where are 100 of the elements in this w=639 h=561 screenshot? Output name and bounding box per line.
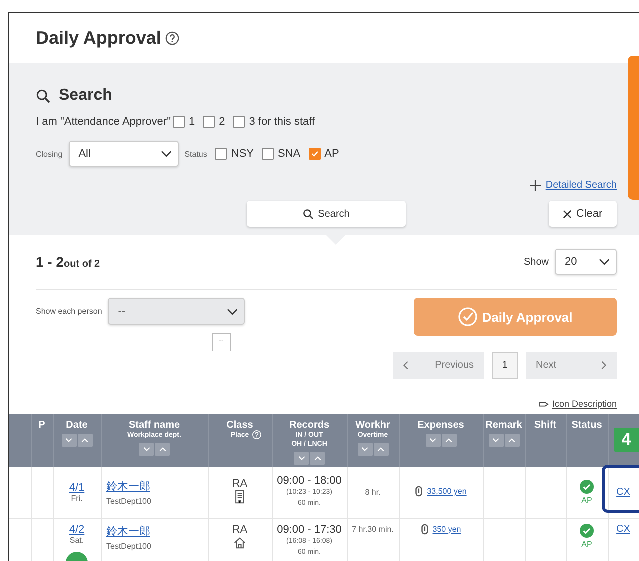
chevron-down-icon — [492, 438, 500, 443]
sort-descending-button[interactable] — [426, 434, 440, 447]
weekday-text: Fri. — [70, 494, 84, 503]
search-icon — [303, 208, 314, 220]
chevron-up-icon — [377, 447, 385, 452]
sort-ascending-button[interactable] — [78, 434, 92, 447]
check-circle-icon — [458, 307, 478, 327]
checkbox[interactable] — [203, 116, 216, 128]
column-header: Shift — [533, 420, 558, 431]
chevron-down-icon — [429, 438, 437, 443]
checkbox[interactable] — [262, 148, 274, 160]
checkbox-label: 2 — [219, 116, 226, 128]
staff-name-link[interactable]: 鈴木一郎 — [106, 478, 206, 494]
date-link[interactable]: 4/1 — [56, 482, 98, 494]
checkbox-label: 1 — [189, 116, 196, 128]
chevron-left-icon — [403, 361, 409, 370]
chevron-up-icon — [445, 438, 453, 443]
record-time: 09:00 - 18:00 — [276, 475, 343, 488]
check-circle-icon — [580, 524, 594, 538]
page-title: Daily Approval — [36, 28, 162, 48]
detailed-search-link[interactable]: Detailed Search — [546, 180, 617, 190]
checkmark-icon — [310, 149, 320, 159]
sort-ascending-button[interactable] — [504, 434, 520, 447]
cancel-link[interactable]: CX — [616, 524, 630, 534]
step-badge: 4 — [614, 428, 639, 452]
column-header: Date — [65, 420, 89, 431]
department-text: TestDept100 — [106, 542, 152, 550]
checkbox[interactable] — [308, 148, 321, 160]
class-text: RA — [231, 524, 249, 536]
chevron-down-icon — [160, 150, 172, 158]
chevron-down-icon — [142, 447, 150, 452]
date-link[interactable]: 4/2 — [56, 524, 98, 536]
closing-label: Closing — [36, 150, 63, 158]
search-icon — [36, 88, 51, 104]
person-select[interactable]: -- — [108, 298, 246, 325]
column-header: Class — [226, 420, 254, 431]
closing-select[interactable]: All — [68, 141, 179, 167]
cancel-link[interactable]: CX — [616, 486, 630, 498]
page-button[interactable]: 1 — [492, 352, 518, 379]
work-hours: 7 hr.30 min. — [352, 524, 394, 534]
pointer-icon — [539, 400, 550, 408]
approver-label: I am "Attendance Approver" — [36, 116, 171, 128]
checkbox[interactable] — [233, 116, 246, 128]
chevron-right-icon — [601, 361, 607, 370]
checkbox[interactable] — [215, 148, 228, 160]
search-button[interactable]: Search — [247, 201, 406, 227]
status-text: AP — [580, 496, 594, 505]
check-circle-icon — [580, 480, 594, 494]
search-heading: Search — [59, 87, 112, 105]
sort-ascending-button[interactable] — [374, 443, 388, 456]
checkbox-label: NSY — [231, 148, 254, 160]
sort-descending-button[interactable] — [488, 434, 504, 447]
expense-link[interactable]: 350 yen — [432, 524, 462, 534]
receipt-icon — [420, 524, 429, 534]
status-text: AP — [580, 540, 594, 548]
column-header: P — [38, 420, 46, 431]
checkbox-label: 3 for this staff — [249, 116, 316, 128]
department-text: TestDept100 — [106, 496, 152, 506]
chevron-up-icon — [158, 447, 166, 452]
sort-ascending-button[interactable] — [310, 452, 325, 465]
weekday-text: Sat. — [68, 536, 86, 544]
status-label: Status — [184, 150, 208, 158]
chevron-down-icon — [65, 438, 73, 443]
checkbox[interactable] — [173, 116, 185, 128]
class-text: RA — [231, 478, 249, 490]
building-icon — [234, 490, 246, 504]
help-icon[interactable] — [165, 30, 180, 46]
chevron-up-icon — [508, 438, 516, 443]
clear-button[interactable]: Clear — [549, 201, 617, 227]
column-header: Status — [570, 420, 604, 431]
sort-ascending-button[interactable] — [155, 443, 170, 456]
receipt-icon — [415, 486, 424, 497]
chevron-down-icon — [361, 447, 369, 452]
sort-descending-button[interactable] — [294, 452, 309, 465]
plus-icon — [530, 180, 541, 190]
expense-link[interactable]: 33,500 yen — [427, 486, 467, 496]
staff-name-link[interactable]: 鈴木一郎 — [106, 524, 206, 538]
checkbox-label: AP — [324, 148, 340, 160]
show-label: Show — [524, 256, 549, 268]
icon-description-link[interactable]: Icon Description — [552, 399, 617, 409]
sort-descending-button[interactable] — [139, 443, 154, 456]
chevron-up-icon — [314, 456, 322, 461]
person-label: Show each person — [36, 307, 102, 316]
column-header: Staff name — [128, 420, 182, 431]
chevron-up-icon — [81, 438, 89, 443]
next-button[interactable]: Next — [526, 352, 617, 379]
page-size-select[interactable]: 20 — [555, 249, 617, 275]
sort-descending-button[interactable] — [358, 443, 372, 456]
house-icon — [234, 536, 246, 550]
chevron-down-icon — [227, 308, 238, 316]
sort-descending-button[interactable] — [62, 434, 76, 447]
column-header: Records — [288, 420, 330, 431]
result-count: 1 - 2out of 2 — [36, 254, 102, 270]
sort-ascending-button[interactable] — [442, 434, 456, 447]
column-header: Expenses — [416, 420, 466, 431]
work-hours: 8 hr. — [365, 488, 381, 498]
highlight-frame — [602, 465, 639, 513]
previous-button[interactable]: Previous — [393, 352, 484, 379]
checkbox-label: SNA — [278, 148, 301, 160]
column-header: Workhr — [354, 420, 392, 431]
